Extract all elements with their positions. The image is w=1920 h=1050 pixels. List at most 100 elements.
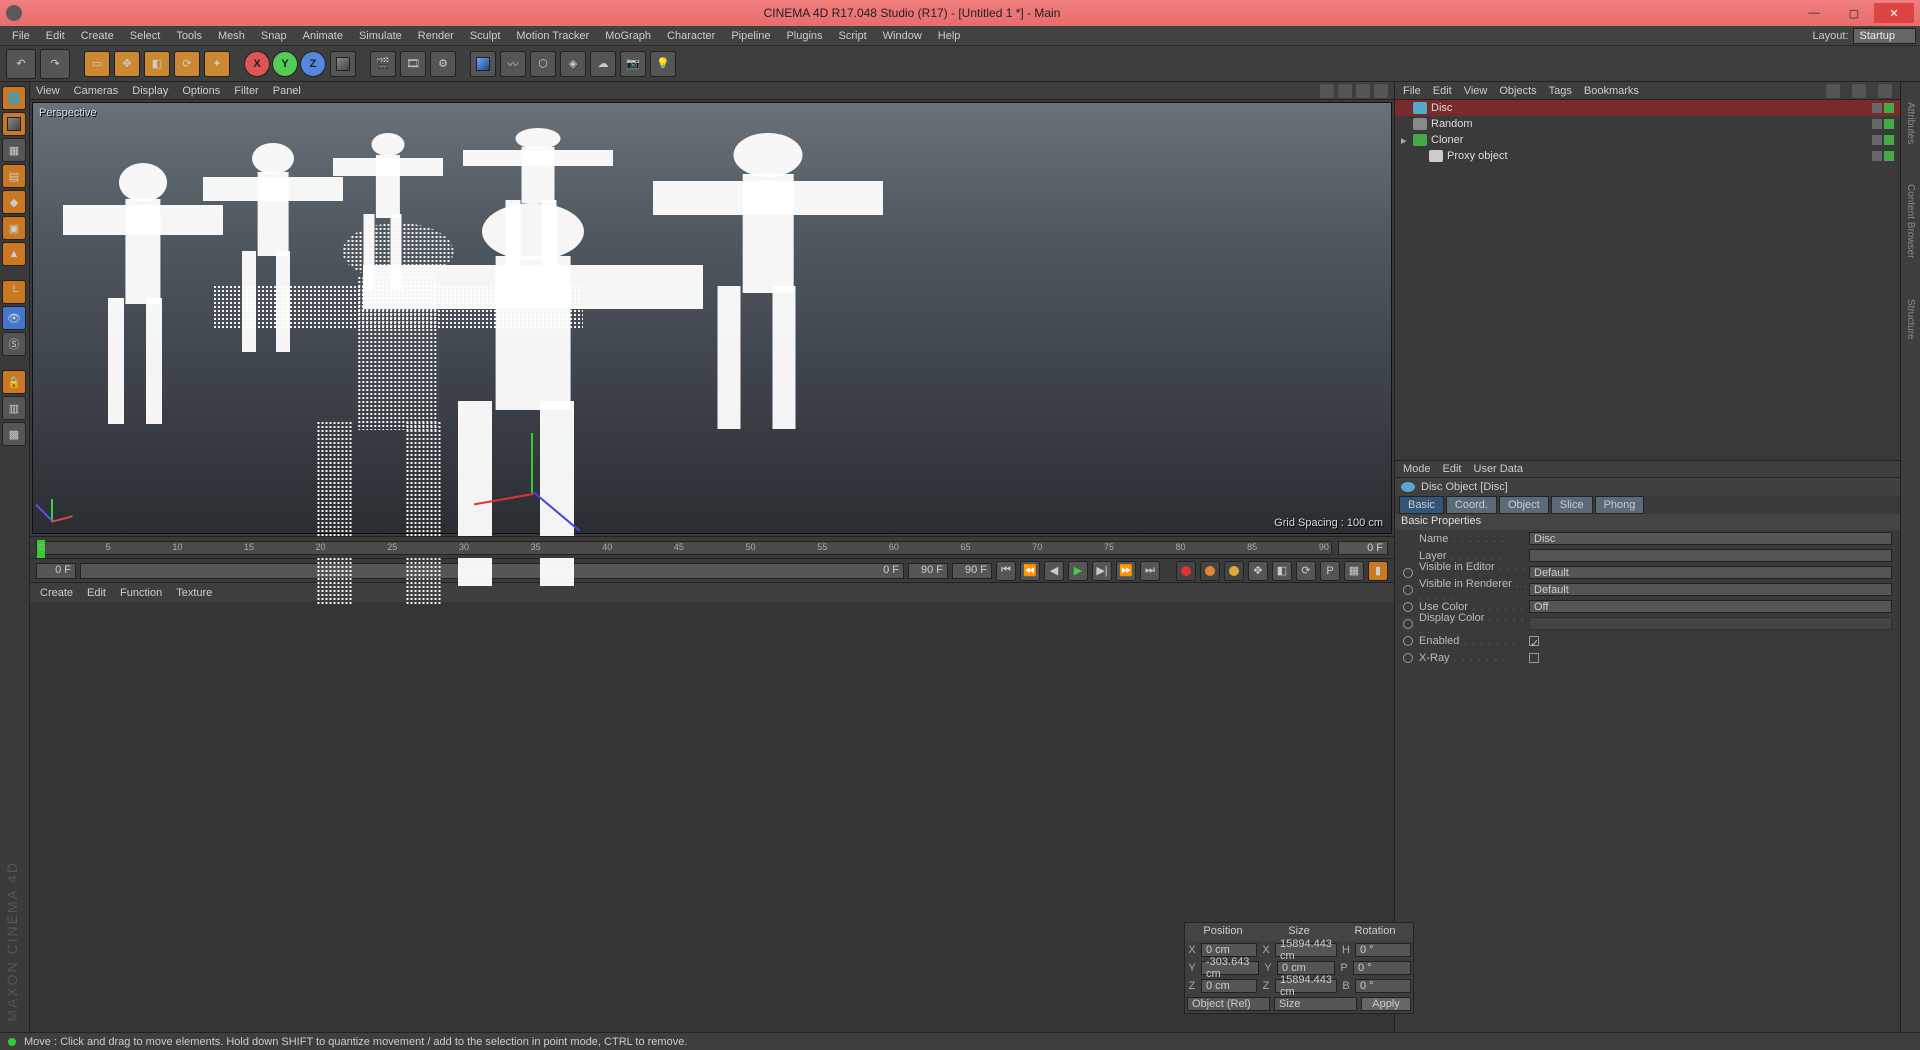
add-light-button[interactable]: 💡 xyxy=(650,51,676,77)
checkbox[interactable]: ✓ xyxy=(1529,636,1539,646)
menu-select[interactable]: Select xyxy=(122,28,169,44)
attr-menu-mode[interactable]: Mode xyxy=(1403,463,1431,475)
render-tag[interactable] xyxy=(1884,119,1894,129)
checkbox[interactable] xyxy=(1529,653,1539,663)
key-scale-button[interactable]: ◧ xyxy=(1272,561,1292,581)
size-field[interactable]: 0 cm xyxy=(1277,961,1335,975)
view-icon[interactable] xyxy=(1878,84,1892,98)
visibility-tag[interactable] xyxy=(1872,103,1882,113)
attr-menu-edit[interactable]: Edit xyxy=(1443,463,1462,475)
record-button[interactable] xyxy=(1176,561,1196,581)
viewport-nav-icon[interactable] xyxy=(1356,84,1370,98)
prop-value[interactable]: Default xyxy=(1529,566,1892,579)
attr-tab-coord[interactable]: Coord. xyxy=(1446,496,1497,514)
viewport-nav-icon[interactable] xyxy=(1338,84,1352,98)
axis-button[interactable]: └ xyxy=(2,280,26,304)
point-mode-button[interactable]: ◆ xyxy=(2,190,26,214)
layout-dropdown[interactable]: Startup xyxy=(1853,28,1916,44)
model-mode-button[interactable]: 🌐 xyxy=(2,86,26,110)
viewport-nav-icon[interactable] xyxy=(1374,84,1388,98)
omgr-menu-view[interactable]: View xyxy=(1464,85,1488,97)
rotate-tool[interactable]: ⟳ xyxy=(174,51,200,77)
radio-icon[interactable] xyxy=(1403,636,1413,646)
prev-frame-button[interactable]: ◀ xyxy=(1044,561,1064,581)
lasttool-button[interactable]: ✦ xyxy=(204,51,230,77)
key-param-button[interactable]: P xyxy=(1320,561,1340,581)
object-row[interactable]: ▸Cloner xyxy=(1395,132,1900,148)
vtab-attributes[interactable]: Attributes xyxy=(1905,102,1916,144)
menu-render[interactable]: Render xyxy=(410,28,462,44)
add-cube-button[interactable] xyxy=(470,51,496,77)
workplane-button[interactable]: ▤ xyxy=(2,164,26,188)
key-rot-button[interactable]: ⟳ xyxy=(1296,561,1316,581)
pos-field[interactable]: 0 cm xyxy=(1201,943,1257,957)
goto-prevkey-button[interactable]: ⏪ xyxy=(1020,561,1040,581)
matmenu-edit[interactable]: Edit xyxy=(87,587,106,599)
prop-value[interactable]: Disc xyxy=(1529,532,1892,545)
radio-icon[interactable] xyxy=(1403,568,1413,578)
coord-apply-button[interactable]: Apply xyxy=(1361,997,1411,1011)
viewmenu-filter[interactable]: Filter xyxy=(234,85,258,97)
locked-workplane-button[interactable]: 🔒 xyxy=(2,370,26,394)
radio-icon[interactable] xyxy=(1403,585,1413,595)
lock-z-button[interactable]: Z xyxy=(300,51,326,77)
prop-value[interactable] xyxy=(1529,549,1892,562)
menu-window[interactable]: Window xyxy=(875,28,930,44)
viewmenu-options[interactable]: Options xyxy=(182,85,220,97)
attr-menu-user-data[interactable]: User Data xyxy=(1474,463,1524,475)
menu-tools[interactable]: Tools xyxy=(168,28,210,44)
menu-sculpt[interactable]: Sculpt xyxy=(462,28,509,44)
keyselection-button[interactable] xyxy=(1224,561,1244,581)
object-manager-tree[interactable]: DiscRandom▸ClonerProxy object xyxy=(1395,100,1900,460)
menu-create[interactable]: Create xyxy=(73,28,122,44)
key-pos-button[interactable]: ✥ xyxy=(1248,561,1268,581)
add-deformer-button[interactable]: ◈ xyxy=(560,51,586,77)
omgr-menu-file[interactable]: File xyxy=(1403,85,1421,97)
matmenu-texture[interactable]: Texture xyxy=(176,587,212,599)
project-end-field[interactable]: 90 F xyxy=(952,563,992,579)
omgr-menu-tags[interactable]: Tags xyxy=(1549,85,1572,97)
prop-value[interactable]: Off xyxy=(1529,600,1892,613)
select-tool[interactable]: ▭ xyxy=(84,51,110,77)
attr-tab-slice[interactable]: Slice xyxy=(1551,496,1593,514)
minimize-button[interactable]: — xyxy=(1794,3,1834,23)
render-settings-button[interactable]: ⚙ xyxy=(430,51,456,77)
render-region-button[interactable]: 🎞 xyxy=(400,51,426,77)
viewport[interactable]: Perspective Grid Spacing : 100 cm xyxy=(32,102,1392,534)
play-button[interactable]: ▶ xyxy=(1068,561,1088,581)
timeline-end-field[interactable]: 0 F xyxy=(1338,541,1388,555)
matmenu-create[interactable]: Create xyxy=(40,587,73,599)
viewmenu-panel[interactable]: Panel xyxy=(273,85,301,97)
size-field[interactable]: 15894.443 cm xyxy=(1275,943,1337,957)
menu-script[interactable]: Script xyxy=(831,28,875,44)
menu-animate[interactable]: Animate xyxy=(295,28,351,44)
planar-workplane-button[interactable]: ▥ xyxy=(2,396,26,420)
menu-file[interactable]: File xyxy=(4,28,38,44)
viewmenu-view[interactable]: View xyxy=(36,85,60,97)
vtab-content-browser[interactable]: Content Browser xyxy=(1905,184,1916,258)
radio-icon[interactable] xyxy=(1403,653,1413,663)
menu-motion tracker[interactable]: Motion Tracker xyxy=(508,28,597,44)
redo-button[interactable]: ↷ xyxy=(40,49,70,79)
texture-mode-button[interactable]: ▦ xyxy=(2,138,26,162)
viewmenu-cameras[interactable]: Cameras xyxy=(74,85,119,97)
add-generator-button[interactable]: ⬡ xyxy=(530,51,556,77)
omgr-menu-edit[interactable]: Edit xyxy=(1433,85,1452,97)
add-environment-button[interactable]: ☁ xyxy=(590,51,616,77)
range-end-field[interactable]: 90 F xyxy=(908,563,948,579)
autokey-button[interactable] xyxy=(1200,561,1220,581)
poly-mode-button[interactable]: ▲ xyxy=(2,242,26,266)
undo-button[interactable]: ↶ xyxy=(6,49,36,79)
move-tool[interactable]: ✥ xyxy=(114,51,140,77)
rot-field[interactable]: 0 ° xyxy=(1353,961,1411,975)
next-frame-button[interactable]: ▶| xyxy=(1092,561,1112,581)
filter-icon[interactable] xyxy=(1852,84,1866,98)
coord-size-dropdown[interactable]: Size xyxy=(1274,997,1357,1011)
prop-value[interactable]: Default xyxy=(1529,583,1892,596)
menu-snap[interactable]: Snap xyxy=(253,28,295,44)
lock-x-button[interactable]: X xyxy=(244,51,270,77)
maximize-button[interactable]: ▢ xyxy=(1834,3,1874,23)
coord-mode-dropdown[interactable]: Object (Rel) xyxy=(1187,997,1270,1011)
lock-y-button[interactable]: Y xyxy=(272,51,298,77)
rot-field[interactable]: 0 ° xyxy=(1355,943,1411,957)
